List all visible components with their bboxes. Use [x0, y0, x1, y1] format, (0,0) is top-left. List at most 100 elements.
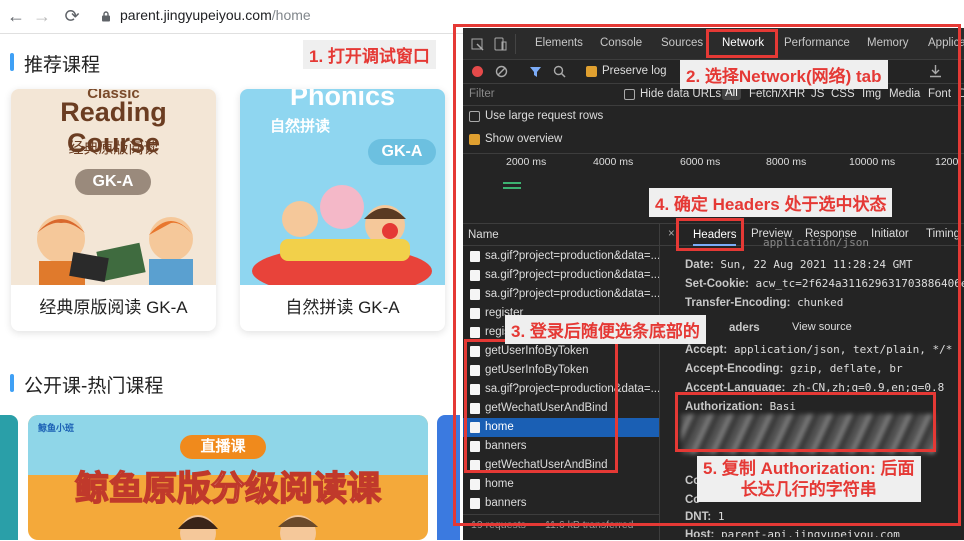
- course-card-reading[interactable]: Classic Reading Course 经典原版阅读 GK-A 经典原版阅…: [11, 89, 216, 331]
- tab-console[interactable]: Console: [600, 28, 642, 58]
- filter-input[interactable]: Filter: [469, 88, 495, 100]
- request-row[interactable]: sa.gif?project=production&data=...: [463, 380, 659, 399]
- status-transferred: 11.6 kB transferred: [545, 519, 634, 531]
- header-value: acw_tc=2f624a311629631703886406e: [755, 277, 964, 290]
- detail-tab-timing[interactable]: Timing: [926, 228, 960, 240]
- filter-font[interactable]: Font: [928, 88, 951, 100]
- search-icon[interactable]: [553, 65, 566, 78]
- annotation-step3: 3. 登录后随便选条底部的: [505, 315, 706, 344]
- detail-tab-initiator[interactable]: Initiator: [871, 228, 909, 240]
- header-key: Transfer-Encoding:: [685, 297, 791, 309]
- tab-network[interactable]: Network: [722, 28, 765, 58]
- tab-performance[interactable]: Performance: [784, 28, 850, 58]
- url-host: parent.jingyupeiyou.com: [120, 7, 272, 23]
- request-list: Name sa.gif?project=production&data=... …: [463, 224, 660, 540]
- large-rows-checkbox[interactable]: [469, 111, 480, 122]
- back-button[interactable]: ←: [6, 6, 26, 26]
- filter-media[interactable]: Media: [889, 88, 920, 100]
- request-headers-section[interactable]: aders: [729, 321, 760, 334]
- header-line-authorization: Authorization: Basi: [685, 400, 796, 413]
- banner-title: Phonics: [289, 89, 396, 111]
- clear-icon[interactable]: [495, 65, 508, 78]
- header-line-date: Date: Sun, 22 Aug 2021 11:28:24 GMT: [685, 258, 912, 271]
- timeline-bar: [503, 187, 521, 189]
- request-headers-label: aders: [729, 322, 760, 334]
- status-bar: 19 requests 11.6 kB transferred: [463, 514, 660, 536]
- live-class-banner[interactable]: 鲸鱼小班 直播课 鲸鱼原版分级阅读课: [28, 415, 428, 540]
- phonics-illustration: [252, 185, 432, 285]
- section-title-open-class: 公开课-热门课程: [10, 371, 163, 398]
- request-row[interactable]: getUserInfoByToken: [463, 361, 659, 380]
- download-icon[interactable]: [929, 64, 942, 78]
- request-row-selected[interactable]: home: [463, 418, 659, 437]
- live-badge: 直播课: [180, 435, 266, 459]
- course-card-phonics[interactable]: Phonics 自然拼读 GK-A 自然拼读 GK-A: [240, 89, 445, 331]
- detail-tab-headers[interactable]: Headers: [693, 224, 737, 246]
- tab-memory[interactable]: Memory: [867, 28, 909, 58]
- filter-img[interactable]: Img: [862, 88, 881, 100]
- authorization-token-blurred[interactable]: [681, 414, 936, 454]
- header-line-host: Host: parent-api.jingyupeiyou.com: [685, 528, 900, 537]
- request-row[interactable]: home: [463, 475, 659, 494]
- network-options: Use large request rows Show overview: [463, 106, 964, 154]
- name-column-header[interactable]: Name: [463, 224, 660, 246]
- annotation-step5: 5. 复制 Authorization: 后面 长达几行的字符串: [697, 456, 921, 502]
- annotation-step1: 1. 打开调试窗口: [303, 40, 436, 69]
- timeline-tick: 1200: [935, 156, 959, 168]
- device-toggle-icon[interactable]: [493, 37, 507, 51]
- request-row[interactable]: getUserInfoByToken: [463, 342, 659, 361]
- tab-sources[interactable]: Sources: [661, 28, 703, 58]
- request-row[interactable]: sa.gif?project=production&data=...: [463, 266, 659, 285]
- header-value: zh-CN,zh;q=0.9,en;q=0.8: [791, 381, 945, 394]
- close-detail-icon[interactable]: ×: [668, 228, 675, 240]
- header-line-accept-language: Accept-Language: zh-CN,zh;q=0.9,en;q=0.8: [685, 381, 944, 394]
- devtools-tabbar: Elements Console Sources Network Perform…: [463, 28, 964, 60]
- lock-icon: [102, 11, 110, 22]
- reload-button[interactable]: ⟳: [62, 6, 82, 26]
- header-value: gzip, deflate, br: [790, 362, 903, 375]
- forward-button[interactable]: →: [32, 6, 52, 26]
- filter-icon[interactable]: [529, 65, 542, 78]
- carousel-prev-card[interactable]: [0, 415, 18, 540]
- request-row[interactable]: sa.gif?project=production&data=...: [463, 247, 659, 266]
- show-overview-checkbox[interactable]: [469, 134, 480, 145]
- annotation-step2: 2. 选择Network(网络) tab: [680, 60, 888, 89]
- request-row[interactable]: banners: [463, 494, 659, 513]
- timeline-tick: 2000 ms: [506, 156, 547, 168]
- filter-fetch-xhr[interactable]: Fetch/XHR: [749, 88, 805, 100]
- tab-elements[interactable]: Elements: [535, 28, 583, 58]
- annotation-step5-line1: 5. 复制 Authorization: 后面: [703, 459, 915, 478]
- carousel-next-card[interactable]: [437, 415, 460, 540]
- tab-application[interactable]: Applica: [928, 28, 964, 58]
- preserve-log-checkbox[interactable]: [586, 66, 597, 77]
- kids-illustration: [178, 515, 318, 540]
- course-caption: 经典原版阅读 GK-A: [39, 298, 188, 317]
- header-key: Accept:: [685, 344, 728, 356]
- large-rows-label: Use large request rows: [485, 110, 604, 122]
- record-icon[interactable]: [472, 66, 483, 77]
- annotation-step4: 4. 确定 Headers 处于选中状态: [649, 188, 893, 217]
- hide-data-urls-checkbox[interactable]: [624, 89, 635, 100]
- header-line-accept-encoding: Accept-Encoding: gzip, deflate, br: [685, 362, 903, 375]
- timeline-bar: [503, 182, 521, 184]
- inspect-icon[interactable]: [471, 38, 484, 51]
- request-row[interactable]: getWechatUserAndBind: [463, 456, 659, 475]
- filter-doc[interactable]: D: [959, 88, 964, 100]
- header-line-transfer-encoding: Transfer-Encoding: chunked: [685, 296, 843, 309]
- header-value: Basi: [769, 400, 797, 413]
- hide-data-urls-label: Hide data URLs: [640, 88, 722, 100]
- request-row[interactable]: sa.gif?project=production&data=...: [463, 285, 659, 304]
- show-overview-label: Show overview: [485, 133, 563, 145]
- request-row[interactable]: getWechatUserAndBind: [463, 399, 659, 418]
- filter-js[interactable]: JS: [811, 88, 824, 100]
- annotation-step5-line2: 长达几行的字符串: [740, 480, 877, 499]
- filter-css[interactable]: CSS: [831, 88, 855, 100]
- timeline-tick: 4000 ms: [593, 156, 634, 168]
- preserve-log-label: Preserve log: [602, 65, 667, 77]
- header-value: 1: [717, 510, 725, 523]
- timeline-tick: 6000 ms: [680, 156, 721, 168]
- address-bar[interactable]: parent.jingyupeiyou.com/home: [120, 7, 311, 23]
- view-source-link[interactable]: View source: [792, 321, 852, 333]
- request-row[interactable]: banners: [463, 437, 659, 456]
- header-key: Accept-Encoding:: [685, 363, 784, 375]
